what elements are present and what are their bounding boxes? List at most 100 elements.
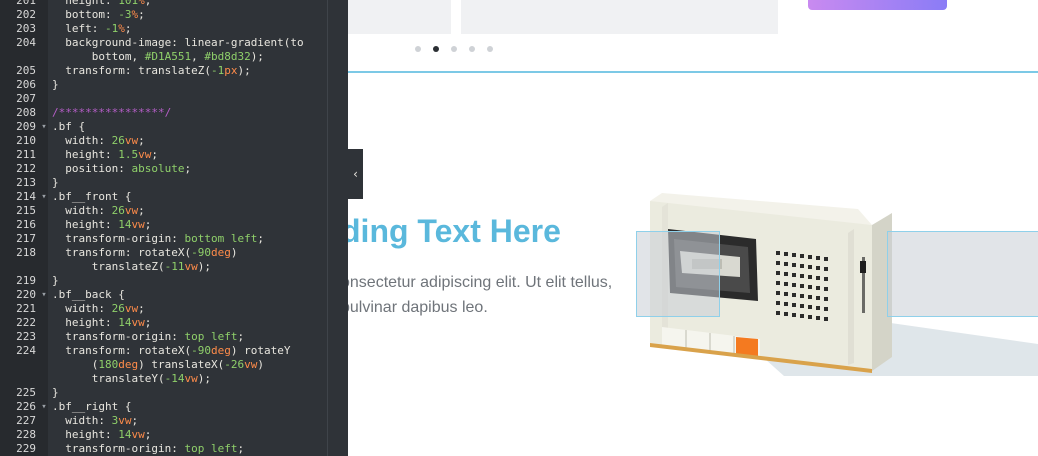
code-line[interactable]: 211 height: 1.5vw; xyxy=(0,148,348,162)
code-line[interactable]: 221 width: 26vw; xyxy=(0,302,348,316)
code-line[interactable]: 209 ▾ .bf { xyxy=(0,120,348,134)
section-paragraph: onsectetur adipiscing elit. Ut elit tell… xyxy=(341,270,612,320)
paragraph-line: onsectetur adipiscing elit. Ut elit tell… xyxy=(341,274,613,291)
code-line[interactable]: 225} xyxy=(0,386,348,400)
code-line[interactable]: 205 transform: translateZ(-1px); xyxy=(0,64,348,78)
code-text: .bf__front { xyxy=(52,190,132,203)
line-number: 222 xyxy=(16,316,36,329)
code-text: height: 101%; xyxy=(65,0,152,7)
line-number: 204 xyxy=(16,36,36,49)
code-line[interactable]: 227 width: 3vw; xyxy=(0,414,348,428)
element-selection-box[interactable] xyxy=(636,231,720,317)
element-selection-box[interactable] xyxy=(887,231,1038,317)
code-text: .bf { xyxy=(52,120,86,133)
code-line[interactable]: 224 transform: rotateX(-90deg) rotateY (… xyxy=(0,344,348,386)
code-line[interactable]: 228 height: 14vw; xyxy=(0,428,348,442)
code-lines: 201 height: 101%; 202 bottom: -3%; 203 lef… xyxy=(0,0,348,456)
fold-arrow-icon[interactable]: ▾ xyxy=(36,190,52,204)
code-line[interactable]: 222 height: 14vw; xyxy=(0,316,348,330)
code-text: } xyxy=(52,78,59,91)
code-line[interactable]: 204 background-image: linear-gradient(to… xyxy=(0,36,348,64)
code-text: transform-origin: top left; xyxy=(65,442,245,455)
code-text: width: 26vw; xyxy=(65,134,145,147)
code-text: .bf__right { xyxy=(52,400,132,413)
code-line[interactable]: 219} xyxy=(0,274,348,288)
section-heading: ding Text Here xyxy=(341,213,561,249)
code-text: .bf__back { xyxy=(52,288,125,301)
code-line[interactable]: 213} xyxy=(0,176,348,190)
code-text: /****************/ xyxy=(52,106,172,119)
code-text: transform-origin: bottom left; xyxy=(65,232,264,245)
code-text: height: 14vw; xyxy=(65,316,152,329)
code-text: } xyxy=(52,176,59,189)
carousel-dot[interactable] xyxy=(451,46,457,52)
code-line[interactable]: 206} xyxy=(0,78,348,92)
code-text: } xyxy=(52,386,59,399)
gradient-button[interactable] xyxy=(808,0,947,10)
fold-arrow-icon[interactable]: ▾ xyxy=(36,288,52,302)
line-number: 207 xyxy=(16,92,36,105)
collapse-panel-button[interactable]: ‹ xyxy=(348,149,363,199)
line-number: 225 xyxy=(16,386,36,399)
carousel-dot[interactable] xyxy=(469,46,475,52)
carousel-card[interactable] xyxy=(346,0,451,34)
code-line[interactable]: 217 transform-origin: bottom left; xyxy=(0,232,348,246)
code-line[interactable]: 203 left: -1%; xyxy=(0,22,348,36)
line-number: 202 xyxy=(16,8,36,21)
code-line[interactable]: 207 xyxy=(0,92,348,106)
code-line[interactable]: 212 position: absolute; xyxy=(0,162,348,176)
code-line[interactable]: 208 /****************/ xyxy=(0,106,348,120)
code-text: } xyxy=(52,274,59,287)
code-line[interactable]: 226 ▾ .bf__right { xyxy=(0,400,348,414)
fold-arrow-icon[interactable]: ▾ xyxy=(36,120,52,134)
code-text: width: 26vw; xyxy=(65,302,145,315)
carousel-card[interactable] xyxy=(461,0,778,34)
code-text: transform: translateZ(-1px); xyxy=(65,64,251,77)
carousel-dot[interactable] xyxy=(487,46,493,52)
code-line[interactable]: 214 ▾ .bf__front { xyxy=(0,190,348,204)
line-number: 216 xyxy=(16,218,36,231)
code-line[interactable]: 215 width: 26vw; xyxy=(0,204,348,218)
line-number: 213 xyxy=(16,176,36,189)
code-text: bottom: -3%; xyxy=(65,8,145,21)
code-text: height: 14vw; xyxy=(65,218,152,231)
code-line[interactable]: 202 bottom: -3%; xyxy=(0,8,348,22)
line-number: 220 xyxy=(16,288,36,301)
code-line[interactable]: 223 transform-origin: top left; xyxy=(0,330,348,344)
carousel-dots xyxy=(415,46,493,52)
section-divider xyxy=(346,71,1038,73)
code-line[interactable]: 218 transform: rotateX(-90deg) translate… xyxy=(0,246,348,274)
line-number: 219 xyxy=(16,274,36,287)
css-code-editor[interactable]: 201 height: 101%; 202 bottom: -3%; 203 lef… xyxy=(0,0,348,456)
code-text: position: absolute; xyxy=(65,162,192,175)
code-line[interactable]: 229 transform-origin: top left; xyxy=(0,442,348,456)
code-text: width: 26vw; xyxy=(65,204,145,217)
fold-arrow-icon[interactable]: ▾ xyxy=(36,400,52,414)
code-text: transform-origin: top left; xyxy=(65,330,245,343)
carousel-dot[interactable] xyxy=(415,46,421,52)
carousel-dot-active[interactable] xyxy=(433,46,439,52)
line-number: 221 xyxy=(16,302,36,315)
code-line[interactable]: 220 ▾ .bf__back { xyxy=(0,288,348,302)
chevron-left-icon: ‹ xyxy=(353,167,358,181)
code-line[interactable]: 216 height: 14vw; xyxy=(0,218,348,232)
code-text: width: 3vw; xyxy=(65,414,139,427)
line-number: 201 xyxy=(16,0,36,7)
code-line[interactable]: 201 height: 101%; xyxy=(0,0,348,8)
line-number: 223 xyxy=(16,330,36,343)
code-line[interactable]: 210 width: 26vw; xyxy=(0,134,348,148)
